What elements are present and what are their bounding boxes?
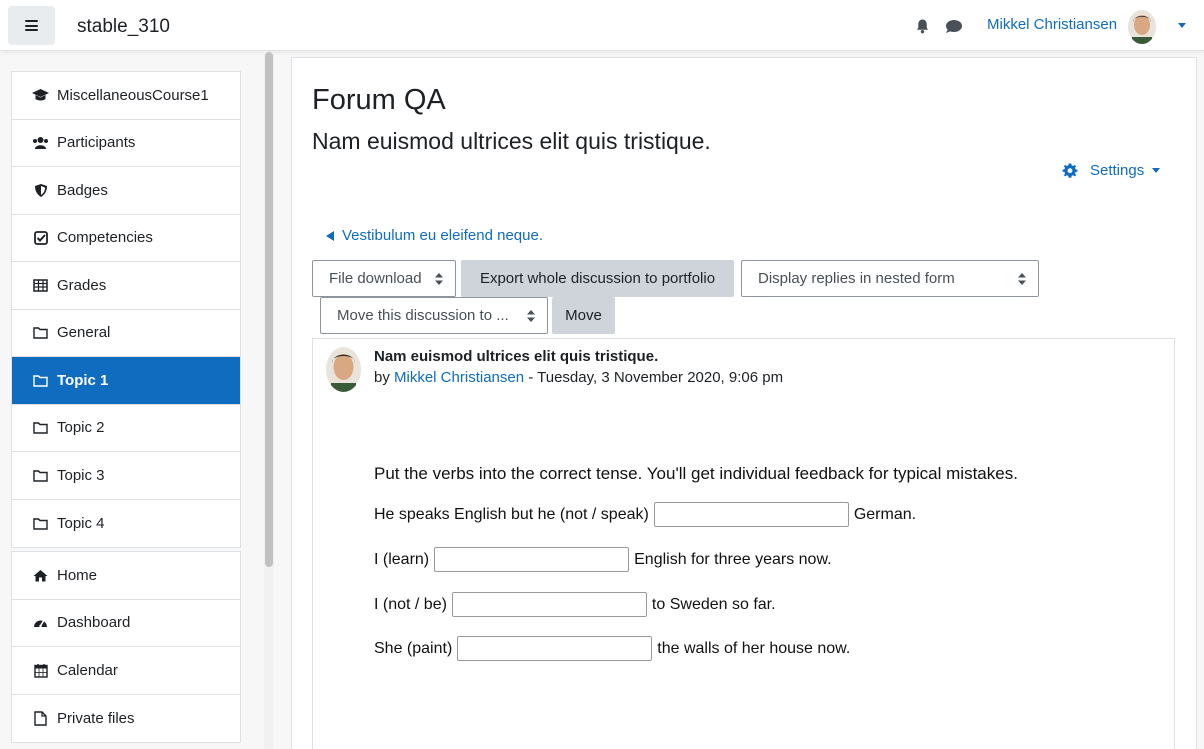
question-1: He speaks English but he (not / speak) G… xyxy=(374,502,916,527)
select-arrows-icon xyxy=(1018,273,1026,285)
previous-discussion-link[interactable]: Vestibulum eu eleifend neque. xyxy=(326,227,543,244)
move-discussion-select[interactable]: Move this discussion to ... xyxy=(320,297,548,334)
folder-icon xyxy=(32,324,49,341)
sidebar-item-label: Private files xyxy=(57,709,135,727)
chevron-down-icon xyxy=(1152,168,1161,173)
question-3: I (not / be) to Sweden so far. xyxy=(374,592,776,617)
display-mode-select-value: Display replies in nested form xyxy=(758,270,955,287)
shield-icon xyxy=(32,182,49,199)
sidebar-item-topic-3[interactable]: Topic 3 xyxy=(12,452,240,500)
sidebar-item-label: Topic 4 xyxy=(57,514,105,532)
exercise-instructions: Put the verbs into the correct tense. Yo… xyxy=(374,464,1018,483)
select-arrows-icon xyxy=(527,310,535,322)
sidebar-item-private-files[interactable]: Private files xyxy=(12,695,240,743)
sidebar-item-label: Home xyxy=(57,566,98,584)
previous-discussion-label: Vestibulum eu eleifend neque. xyxy=(342,227,543,244)
answer-input-2[interactable] xyxy=(434,547,630,572)
sidebar-item-label: MiscellaneousCourse1 xyxy=(57,86,209,104)
question-4: She (paint) the walls of her house now. xyxy=(374,636,850,661)
top-navbar: stable_310 Mikkel Christiansen xyxy=(0,0,1204,51)
gear-icon xyxy=(1062,163,1078,178)
question-text: I (learn) xyxy=(374,550,430,568)
file-download-select-value: File download xyxy=(329,270,422,287)
sidebar-item-topic-4[interactable]: Topic 4 xyxy=(12,500,240,548)
question-text: She (paint) xyxy=(374,639,453,657)
hamburger-icon xyxy=(25,20,38,31)
folder-icon xyxy=(32,419,49,436)
author-avatar[interactable] xyxy=(326,347,361,392)
sidebar-item-competencies[interactable]: Competencies xyxy=(12,215,240,262)
graduation-cap-icon xyxy=(32,87,49,104)
settings-label: Settings xyxy=(1090,162,1145,179)
move-button[interactable]: Move xyxy=(552,297,615,334)
file-download-select[interactable]: File download xyxy=(312,260,456,297)
check-square-icon xyxy=(32,229,49,246)
sidebar-item-general[interactable]: General xyxy=(12,310,240,357)
sidebar-item-topic-2[interactable]: Topic 2 xyxy=(12,405,240,452)
question-2: I (learn) English for three years now. xyxy=(374,547,832,572)
user-avatar[interactable] xyxy=(1128,10,1156,44)
post-subject: Nam euismod ultrices elit quis tristique… xyxy=(374,348,659,365)
chat-bubble-icon[interactable] xyxy=(945,19,963,34)
move-discussion-select-value: Move this discussion to ... xyxy=(337,307,509,324)
main-region: Forum QA Nam euismod ultrices elit quis … xyxy=(291,57,1197,749)
course-nav-list: MiscellaneousCourse1 Participants Badges… xyxy=(11,71,241,548)
folder-icon xyxy=(32,467,49,484)
folder-icon xyxy=(32,372,49,389)
sidebar-item-calendar[interactable]: Calendar xyxy=(12,647,240,695)
file-icon xyxy=(32,710,49,727)
sidebar-item-label: Topic 2 xyxy=(57,419,105,437)
sidebar-item-dashboard[interactable]: Dashboard xyxy=(12,600,240,647)
table-icon xyxy=(32,277,49,294)
site-name[interactable]: stable_310 xyxy=(77,16,170,38)
question-text: English for three years now. xyxy=(634,550,832,568)
post-byline: by Mikkel Christiansen - Tuesday, 3 Nove… xyxy=(374,369,783,386)
question-text: the walls of her house now. xyxy=(657,639,851,657)
page-title: Forum QA xyxy=(312,84,446,116)
answer-input-3[interactable] xyxy=(451,592,647,617)
question-text: to Sweden so far. xyxy=(651,595,776,613)
sidebar-item-label: Topic 3 xyxy=(57,466,105,484)
display-mode-select[interactable]: Display replies in nested form xyxy=(741,260,1039,297)
sidebar-item-badges[interactable]: Badges xyxy=(12,167,240,215)
home-icon xyxy=(32,567,49,584)
calendar-icon xyxy=(32,662,49,679)
post-author-link[interactable]: Mikkel Christiansen xyxy=(394,369,524,386)
export-portfolio-button[interactable]: Export whole discussion to portfolio xyxy=(461,260,734,297)
chevron-down-icon[interactable] xyxy=(1178,23,1186,28)
post-date: - Tuesday, 3 November 2020, 9:06 pm xyxy=(524,369,784,386)
sidebar-item-course[interactable]: MiscellaneousCourse1 xyxy=(12,72,240,120)
forum-post: Nam euismod ultrices elit quis tristique… xyxy=(312,338,1175,749)
sidebar-item-label: Topic 1 xyxy=(57,371,109,389)
sidebar-item-label: Calendar xyxy=(57,661,118,679)
sidebar-item-home[interactable]: Home xyxy=(12,552,240,600)
discussion-title: Nam euismod ultrices elit quis tristique… xyxy=(312,128,711,154)
users-icon xyxy=(32,134,49,151)
question-text: I (not / be) xyxy=(374,595,447,613)
sidebar-item-label: Badges xyxy=(57,181,108,199)
question-text: He speaks English but he (not / speak) xyxy=(374,505,649,523)
triangle-left-icon xyxy=(326,230,334,241)
user-menu-name[interactable]: Mikkel Christiansen xyxy=(987,16,1117,33)
sidebar-item-label: Competencies xyxy=(57,229,153,247)
drawer-toggle-button[interactable] xyxy=(8,6,55,45)
question-text: German. xyxy=(853,505,917,523)
settings-menu-button[interactable]: Settings xyxy=(1062,162,1161,179)
sidebar-item-label: Dashboard xyxy=(57,614,131,632)
site-nav-list: Home Dashboard Calendar Private files xyxy=(11,551,241,743)
byline-prefix: by xyxy=(374,369,390,386)
sidebar-item-participants[interactable]: Participants xyxy=(12,120,240,167)
dashboard-icon xyxy=(32,614,49,631)
folder-icon xyxy=(32,515,49,532)
sidebar-item-topic-1[interactable]: Topic 1 xyxy=(12,357,240,405)
sidebar-item-label: General xyxy=(57,324,111,342)
drawer-scrollbar-thumb[interactable] xyxy=(265,52,273,567)
sidebar-item-label: Participants xyxy=(57,134,136,152)
answer-input-1[interactable] xyxy=(653,502,849,527)
answer-input-4[interactable] xyxy=(457,636,653,661)
sidebar-item-grades[interactable]: Grades xyxy=(12,262,240,310)
sidebar-item-label: Grades xyxy=(57,276,107,294)
select-arrows-icon xyxy=(435,273,443,285)
bell-icon[interactable] xyxy=(915,18,930,34)
